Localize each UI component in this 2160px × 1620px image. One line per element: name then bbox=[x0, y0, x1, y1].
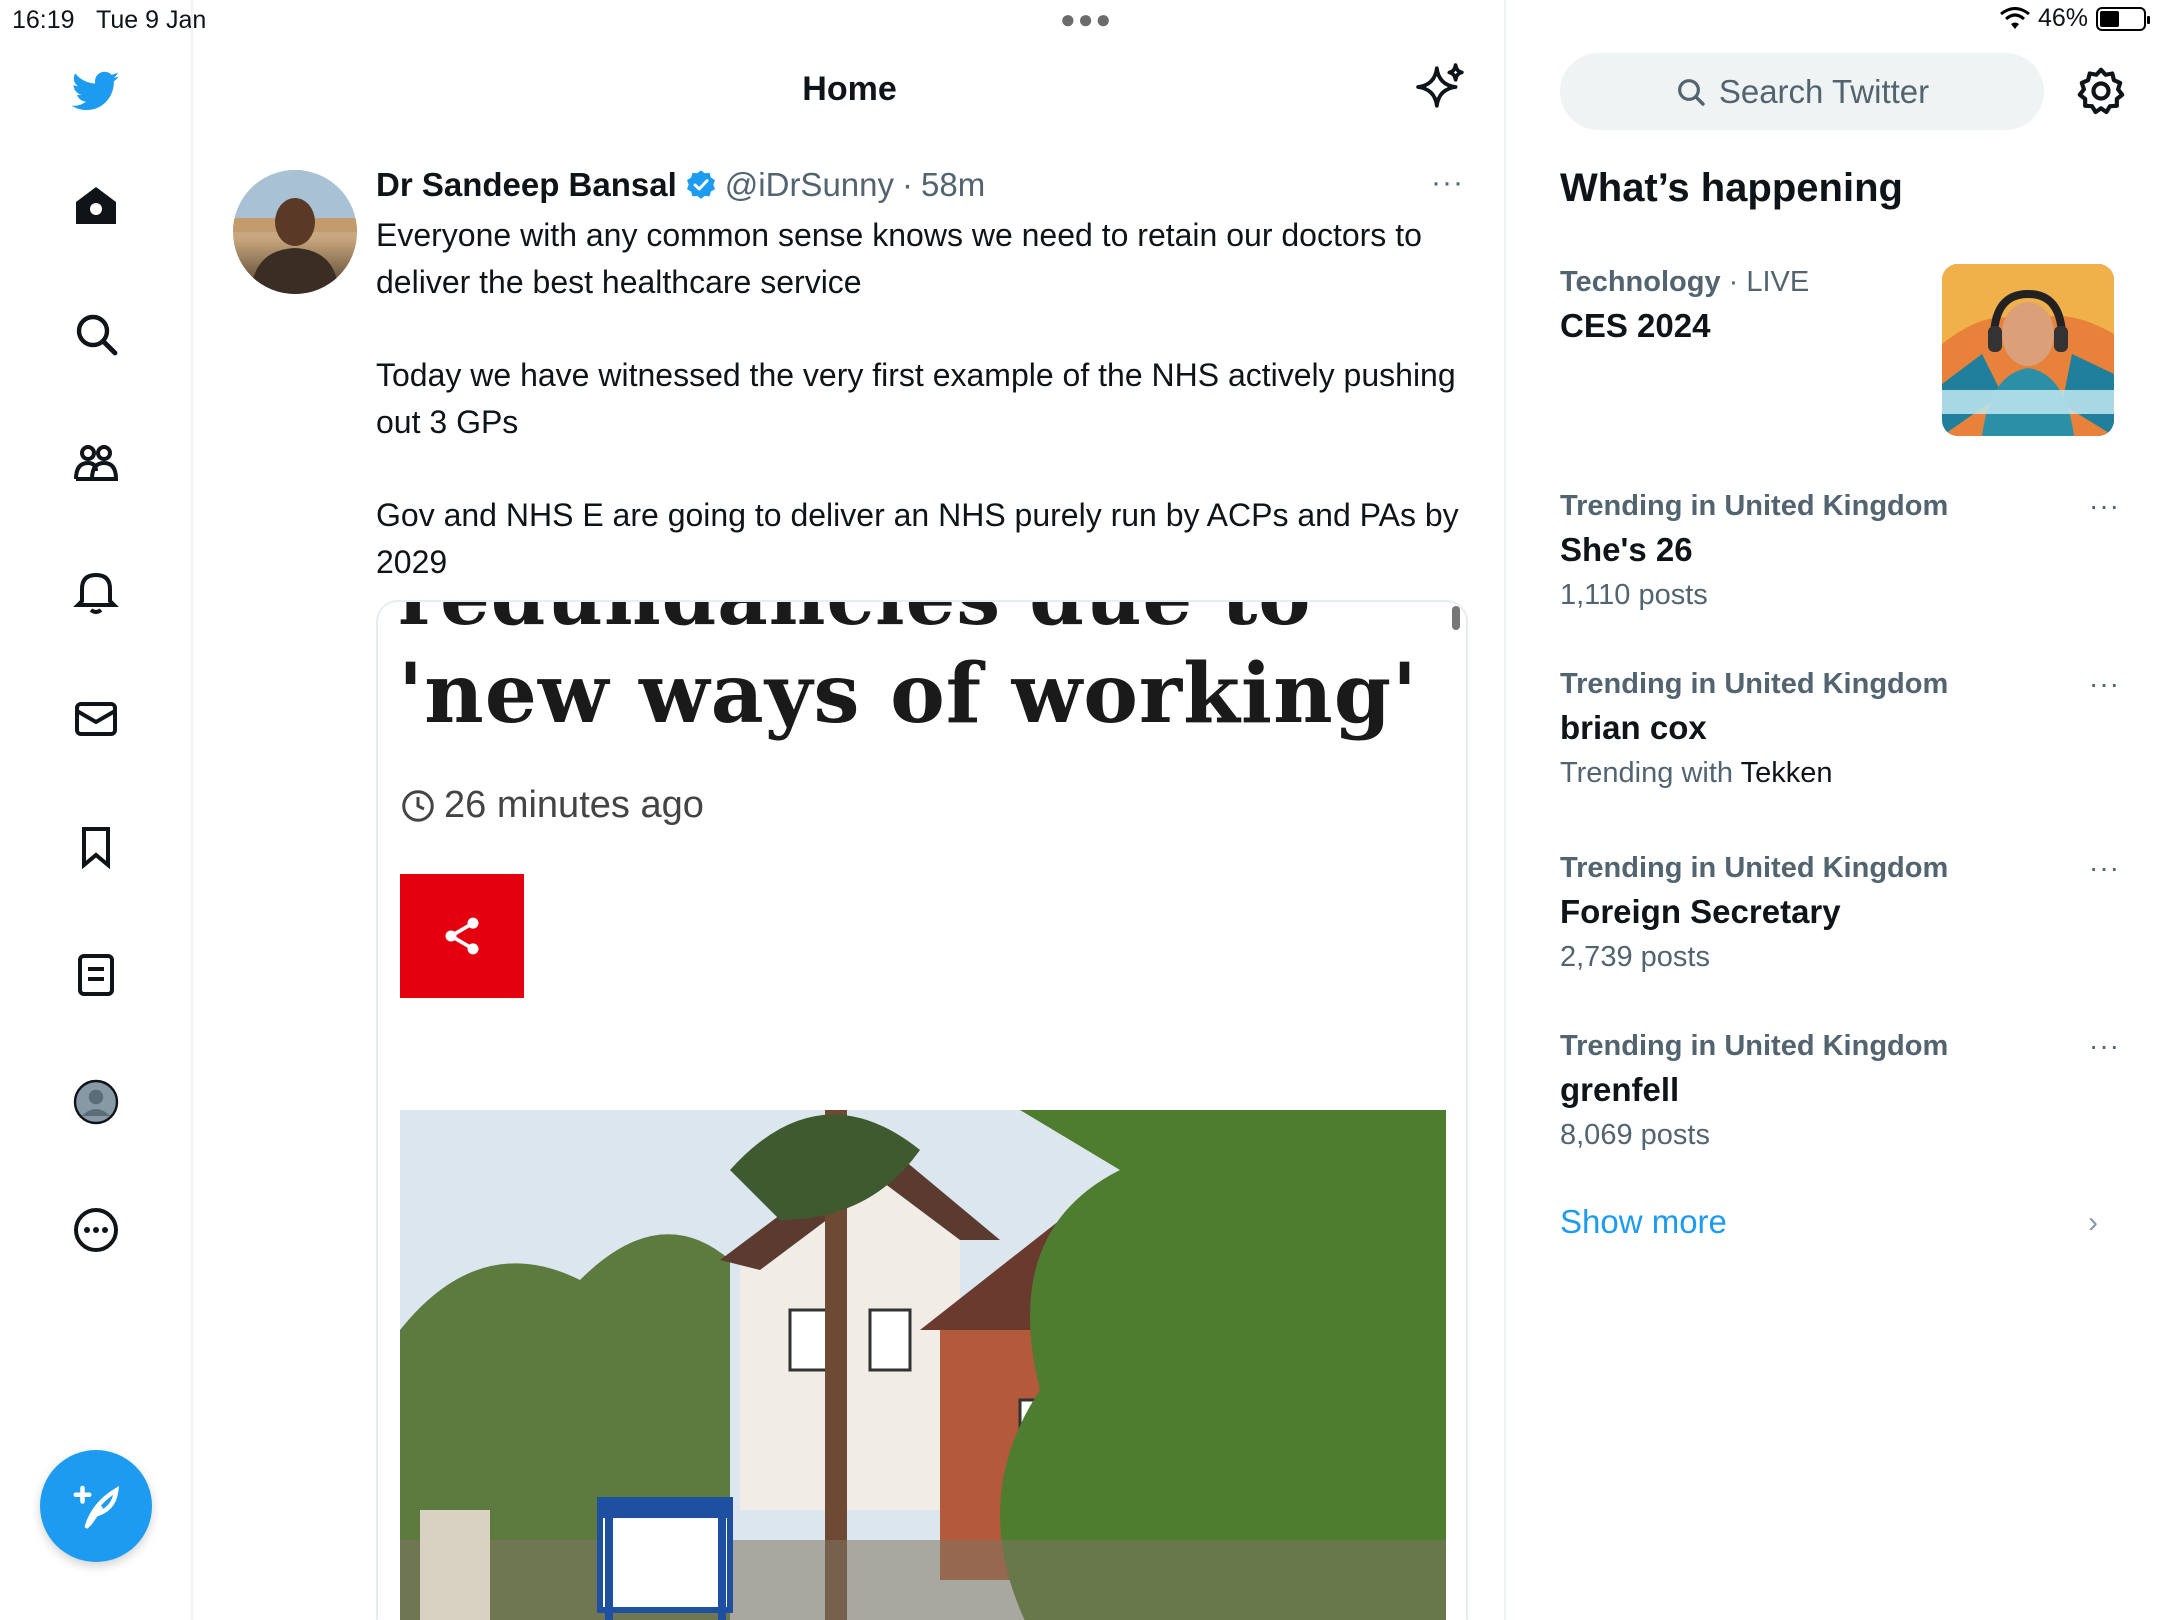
tweet-paragraph: Today we have witnessed the very first e… bbox=[376, 357, 1456, 440]
tweet-paragraph: Everyone with any common sense knows we … bbox=[376, 217, 1422, 300]
article-time-text: 26 minutes ago bbox=[444, 784, 704, 826]
show-more-link[interactable]: Show more bbox=[1560, 1203, 1727, 1241]
trend-item[interactable]: Trending in United Kingdom Foreign Secre… bbox=[1560, 852, 2120, 974]
more-options-icon[interactable] bbox=[68, 1202, 124, 1258]
verified-badge-icon bbox=[686, 170, 715, 199]
tweet-more-icon[interactable]: ··· bbox=[1431, 166, 1464, 200]
profile-avatar-icon[interactable] bbox=[68, 1074, 124, 1130]
trend-more-icon[interactable]: ··· bbox=[2089, 1030, 2120, 1062]
article-time: 26 minutes ago bbox=[400, 784, 704, 827]
trend-name: grenfell bbox=[1560, 1071, 1680, 1108]
article-photo bbox=[400, 1110, 1446, 1620]
trend-name: She's 26 bbox=[1560, 531, 1693, 568]
search-icon bbox=[1677, 78, 1705, 106]
trend-category: Technology bbox=[1560, 266, 1721, 298]
bookmarks-icon[interactable] bbox=[68, 819, 124, 875]
tweet-body: Everyone with any common sense knows we … bbox=[376, 212, 1466, 632]
main-timeline: Home Dr Sandeep Bansal @iDrSunny · 58m ·… bbox=[193, 0, 1506, 1620]
trend-name: Foreign Secretary bbox=[1560, 893, 1841, 930]
notifications-bell-icon[interactable] bbox=[68, 563, 124, 619]
trend-name: brian cox bbox=[1560, 709, 1707, 746]
tweet-media-card[interactable]: redundancies due to 'new ways of working… bbox=[376, 600, 1468, 1620]
right-sidebar: Search Twitter What’s happening Technolo… bbox=[1506, 0, 2160, 1620]
search-placeholder: Search Twitter bbox=[1718, 72, 1930, 110]
meta-separator: · bbox=[902, 166, 914, 203]
share-icon bbox=[445, 917, 479, 955]
settings-gear-icon[interactable] bbox=[2076, 66, 2126, 116]
messages-envelope-icon[interactable] bbox=[68, 691, 124, 747]
trend-separator: · bbox=[1728, 266, 1739, 298]
author-avatar[interactable] bbox=[233, 170, 357, 294]
trend-post-count: 1,110 posts bbox=[1560, 579, 1708, 611]
tweet-paragraph: Gov and NHS E are going to deliver an NH… bbox=[376, 497, 1459, 580]
left-nav bbox=[0, 0, 193, 1620]
trend-item[interactable]: Trending in United Kingdom grenfell 8,06… bbox=[1560, 1030, 2120, 1152]
page-title: Home bbox=[802, 70, 897, 108]
trend-item[interactable]: Trending in United Kingdom brian cox Tre… bbox=[1560, 668, 2120, 790]
trend-related-link[interactable]: Tekken bbox=[1741, 757, 1833, 789]
trend-related-prefix: Trending with bbox=[1560, 757, 1734, 789]
trend-live-status: LIVE bbox=[1746, 266, 1810, 298]
trend-more-icon[interactable]: ··· bbox=[2089, 490, 2120, 522]
trend-meta: Trending in United Kingdom bbox=[1560, 852, 1949, 884]
twitter-logo-icon[interactable] bbox=[68, 62, 124, 118]
trend-post-count: 8,069 posts bbox=[1560, 1119, 1710, 1151]
lists-icon[interactable] bbox=[68, 947, 124, 1003]
tweet-header: Dr Sandeep Bansal @iDrSunny · 58m bbox=[376, 166, 985, 204]
trend-meta: Trending in United Kingdom bbox=[1560, 668, 1949, 700]
trend-post-count: 2,739 posts bbox=[1560, 941, 1710, 973]
compose-tweet-button[interactable] bbox=[40, 1450, 152, 1562]
trend-more-icon[interactable]: ··· bbox=[2089, 668, 2120, 700]
search-input[interactable]: Search Twitter bbox=[1560, 53, 2044, 130]
featured-trend-image[interactable] bbox=[1942, 264, 2114, 436]
trend-more-icon[interactable]: ··· bbox=[2089, 852, 2120, 884]
author-name[interactable]: Dr Sandeep Bansal bbox=[376, 166, 677, 204]
clock-icon bbox=[402, 789, 434, 822]
tweet-timestamp[interactable]: 58m bbox=[921, 166, 985, 204]
trend-meta: Trending in United Kingdom bbox=[1560, 490, 1949, 522]
trend-meta: Trending in United Kingdom bbox=[1560, 1030, 1949, 1062]
trend-item[interactable]: Trending in United Kingdom She's 26 1,11… bbox=[1560, 490, 2120, 612]
whats-happening-title: What’s happening bbox=[1560, 166, 1903, 210]
article-headline: 'new ways of working' bbox=[398, 646, 1419, 742]
card-scrollbar[interactable] bbox=[1452, 606, 1460, 630]
sparkle-timeline-icon[interactable] bbox=[1416, 62, 1466, 112]
trend-related: Trending with Tekken bbox=[1560, 757, 2120, 790]
share-button[interactable] bbox=[400, 874, 524, 998]
search-icon[interactable] bbox=[68, 306, 124, 362]
chevron-right-icon[interactable]: › bbox=[2088, 1206, 2098, 1240]
author-handle[interactable]: @iDrSunny bbox=[725, 166, 894, 204]
article-headline-partial: redundancies due to bbox=[398, 602, 1311, 643]
home-icon[interactable] bbox=[68, 178, 124, 234]
communities-icon[interactable] bbox=[68, 435, 124, 491]
compose-feather-icon bbox=[73, 1485, 119, 1529]
